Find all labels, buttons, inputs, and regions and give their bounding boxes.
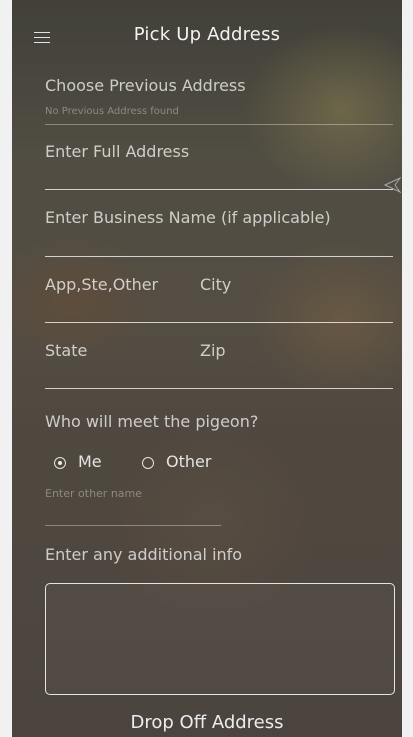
apt-city-underline <box>45 322 393 323</box>
full-address-underline <box>45 189 393 190</box>
state-input[interactable]: State <box>45 341 87 360</box>
drop-off-section-title[interactable]: Drop Off Address <box>12 712 402 733</box>
meet-question: Who will meet the pigeon? <box>45 412 259 431</box>
business-name-underline <box>45 256 393 257</box>
zip-input[interactable]: Zip <box>200 341 226 360</box>
radio-other-label[interactable]: Other <box>166 452 211 471</box>
previous-address-status: No Previous Address found <box>45 106 179 117</box>
radio-other[interactable] <box>142 457 154 469</box>
app-screen: Pick Up Address Choose Previous Address … <box>12 0 402 737</box>
previous-address-selector[interactable]: Choose Previous Address <box>45 76 246 95</box>
radio-me[interactable] <box>54 457 66 469</box>
left-margin <box>0 0 12 737</box>
other-name-input[interactable]: Enter other name <box>45 487 142 500</box>
business-name-input[interactable]: Enter Business Name (if applicable) <box>45 208 331 227</box>
previous-address-underline <box>45 124 393 125</box>
city-input[interactable]: City <box>200 275 231 294</box>
right-margin <box>402 0 413 737</box>
state-zip-underline <box>45 388 393 389</box>
page-title: Pick Up Address <box>133 24 281 45</box>
radio-me-label[interactable]: Me <box>78 452 102 471</box>
full-address-input[interactable]: Enter Full Address <box>45 142 189 161</box>
additional-info-textarea[interactable] <box>45 583 395 695</box>
other-name-underline <box>45 525 221 526</box>
additional-info-label: Enter any additional info <box>45 545 243 564</box>
apt-input[interactable]: App,Ste,Other <box>45 275 158 294</box>
